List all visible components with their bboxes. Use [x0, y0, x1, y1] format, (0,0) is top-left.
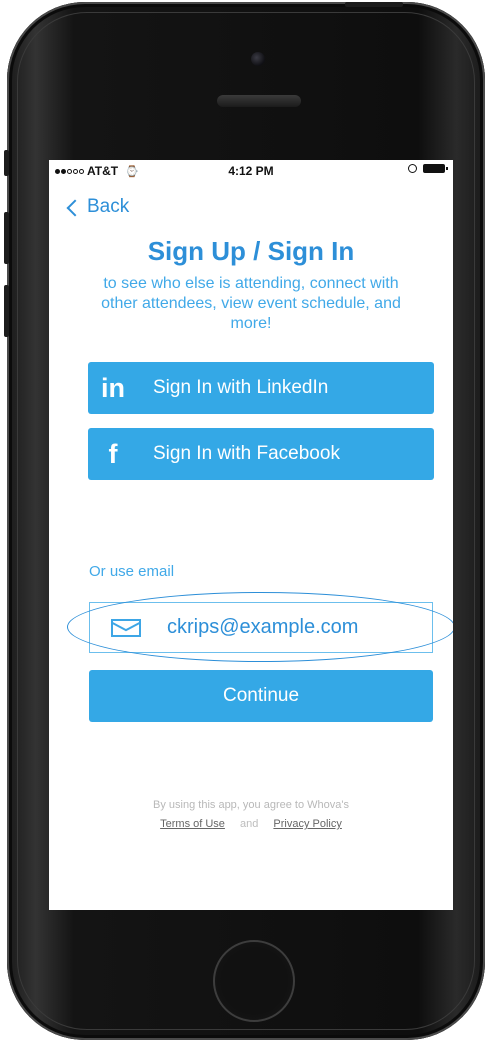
legal-and: and — [239, 818, 259, 830]
power-button — [345, 2, 403, 7]
status-bar: AT&T ⌚ 4:12 PM — [49, 160, 453, 182]
email-input[interactable]: ckrips@example.com — [89, 602, 433, 653]
linkedin-signin-label: Sign In with LinkedIn — [153, 377, 329, 398]
front-camera — [251, 52, 265, 66]
facebook-signin-button[interactable]: f Sign In with Facebook — [88, 428, 434, 480]
battery-area — [408, 164, 448, 173]
battery-icon — [423, 164, 448, 173]
rotation-lock-icon — [408, 164, 417, 173]
volume-up-button — [4, 212, 9, 264]
facebook-signin-label: Sign In with Facebook — [153, 443, 340, 464]
page-subtitle: to see who else is attending, connect wi… — [101, 275, 401, 332]
status-time: 4:12 PM — [228, 164, 274, 178]
email-input-value: ckrips@example.com — [167, 616, 359, 638]
volume-down-button — [4, 285, 9, 337]
legal-notice: By using this app, you agree to Whova's … — [49, 796, 453, 834]
back-button[interactable]: Back — [66, 196, 130, 218]
back-label: Back — [87, 196, 130, 217]
chevron-left-icon — [66, 199, 84, 216]
earpiece-speaker — [217, 95, 301, 107]
linkedin-icon: in — [101, 372, 125, 403]
continue-button[interactable]: Continue — [89, 670, 433, 722]
privacy-policy-link[interactable]: Privacy Policy — [273, 818, 341, 830]
mute-switch — [4, 150, 9, 176]
facebook-icon: f — [108, 438, 118, 469]
legal-text: By using this app, you agree to Whova's — [153, 799, 349, 811]
email-section-label: Or use email — [89, 563, 175, 580]
page-title: Sign Up / Sign In — [147, 236, 355, 266]
linkedin-signin-button[interactable]: in Sign In with LinkedIn — [88, 362, 434, 414]
home-button[interactable] — [213, 940, 295, 1022]
terms-of-use-link[interactable]: Terms of Use — [160, 818, 225, 830]
envelope-icon — [111, 618, 141, 637]
app-screen: AT&T ⌚ 4:12 PM Back Sign Up / Sign In to… — [49, 160, 453, 910]
